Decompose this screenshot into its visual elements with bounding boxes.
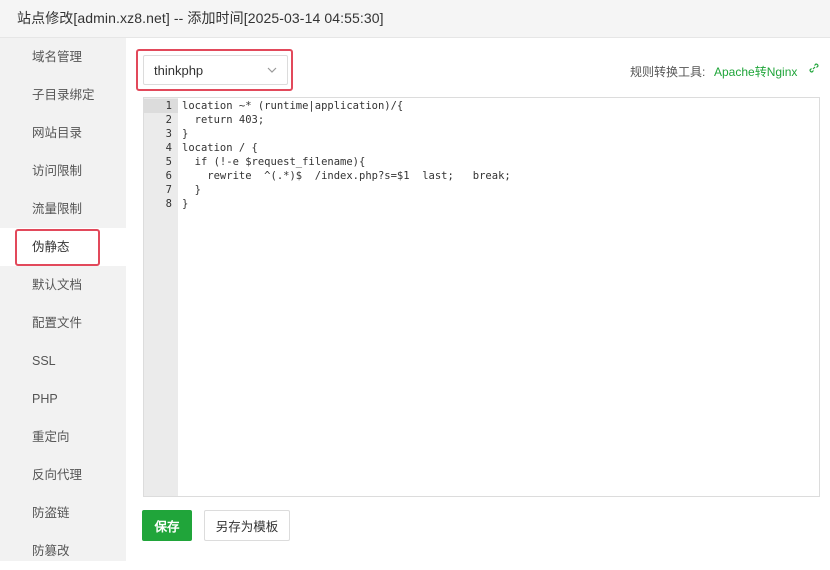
sidebar-item-reverse-proxy[interactable]: 反向代理 bbox=[0, 456, 126, 494]
link-icon[interactable] bbox=[808, 62, 820, 74]
rewrite-template-select[interactable]: thinkphp bbox=[143, 55, 288, 85]
code-line: if (!-e $request_filename){ bbox=[182, 156, 366, 168]
apache-to-nginx-link[interactable]: Apache转Nginx bbox=[714, 63, 797, 80]
sidebar-item-config-file[interactable]: 配置文件 bbox=[0, 304, 126, 342]
line-number: 5 bbox=[165, 156, 172, 168]
sidebar-item-ssl[interactable]: SSL bbox=[0, 342, 126, 380]
line-number: 7 bbox=[165, 184, 172, 196]
line-number: 2 bbox=[165, 114, 172, 126]
select-value: thinkphp bbox=[154, 63, 204, 78]
code-line: location ~* (runtime|application)/{ bbox=[182, 100, 404, 112]
chevron-down-icon bbox=[267, 67, 277, 73]
code-line: } bbox=[182, 184, 201, 196]
line-number: 8 bbox=[165, 198, 172, 210]
sidebar: 域名管理 子目录绑定 网站目录 访问限制 流量限制 伪静态 默认文档 配置文件 … bbox=[0, 38, 126, 561]
code-editor[interactable]: 1 2 3 4 5 6 7 8 location ~* (runtime|app… bbox=[143, 97, 820, 497]
sidebar-item-default-doc[interactable]: 默认文档 bbox=[0, 266, 126, 304]
save-as-template-button[interactable]: 另存为模板 bbox=[204, 510, 290, 541]
rule-convert-tool-label: 规则转换工具: bbox=[630, 65, 706, 79]
code-line: } bbox=[182, 128, 189, 140]
line-number: 4 bbox=[165, 142, 172, 154]
line-number: 1 bbox=[144, 99, 178, 113]
window-title: 站点修改[admin.xz8.net] -- 添加时间[2025-03-14 0… bbox=[17, 10, 384, 26]
sidebar-item-site-directory[interactable]: 网站目录 bbox=[0, 114, 126, 152]
code-line: } bbox=[182, 198, 189, 210]
sidebar-item-hotlink[interactable]: 防盗链 bbox=[0, 494, 126, 532]
sidebar-item-php[interactable]: PHP bbox=[0, 380, 126, 418]
sidebar-item-domain[interactable]: 域名管理 bbox=[0, 38, 126, 76]
sidebar-item-redirect[interactable]: 重定向 bbox=[0, 418, 126, 456]
window-titlebar: 站点修改[admin.xz8.net] -- 添加时间[2025-03-14 0… bbox=[0, 0, 830, 38]
sidebar-item-rewrite[interactable]: 伪静态 bbox=[0, 228, 126, 266]
sidebar-item-traffic-limit[interactable]: 流量限制 bbox=[0, 190, 126, 228]
line-number: 6 bbox=[165, 170, 172, 182]
sidebar-item-access-limit[interactable]: 访问限制 bbox=[0, 152, 126, 190]
sidebar-item-tamper-proof[interactable]: 防篡改 bbox=[0, 532, 126, 570]
code-line: rewrite ^(.*)$ /index.php?s=$1 last; bre… bbox=[182, 170, 511, 182]
line-number-gutter: 1 2 3 4 5 6 7 8 bbox=[144, 98, 178, 496]
save-button[interactable]: 保存 bbox=[142, 510, 192, 541]
code-line: location / { bbox=[182, 142, 258, 154]
code-line: return 403; bbox=[182, 114, 265, 126]
line-number: 3 bbox=[165, 128, 172, 140]
sidebar-item-subdir-binding[interactable]: 子目录绑定 bbox=[0, 76, 126, 114]
